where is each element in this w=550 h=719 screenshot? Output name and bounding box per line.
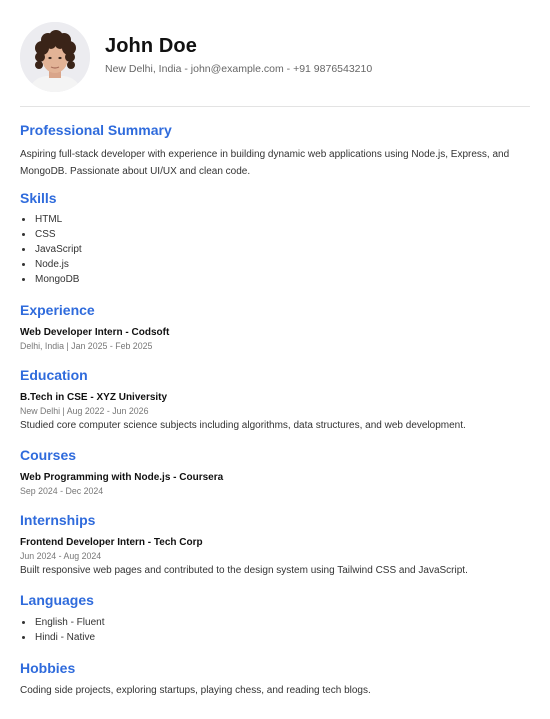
summary-text: Aspiring full-stack developer with exper… [20,149,510,177]
hobbies-text: Coding side projects, exploring startups… [20,685,371,696]
internship-entry-meta: Jun 2024 - Aug 2024 [20,551,102,561]
education-entry-description: Studied core computer science subjects i… [20,420,466,431]
internship-entry-description: Built responsive web pages and contribut… [20,565,468,576]
list-item: MongoDB [22,272,82,287]
avatar [20,22,90,92]
education-entry-meta: New Delhi | Aug 2022 - Jun 2026 [20,406,149,416]
hobbies-heading: Hobbies [20,660,76,676]
skills-list: HTML CSS JavaScript Node.js MongoDB [20,212,82,287]
internships-heading: Internships [20,512,96,528]
experience-heading: Experience [20,302,95,318]
experience-entry-meta: Delhi, India | Jan 2025 - Feb 2025 [20,341,153,351]
internship-entry-title: Frontend Developer Intern - Tech Corp [20,537,203,548]
list-item: JavaScript [22,244,82,255]
experience-entry-title: Web Developer Intern - Codsoft [20,327,170,338]
list-item: CSS [22,227,82,242]
education-entry-title: B.Tech in CSE - XYZ University [20,392,168,403]
list-item: English - Fluent [21,617,105,628]
course-entry-meta: Sep 2024 - Dec 2024 [20,486,104,496]
list-item: HTML [22,212,82,227]
languages-heading: Languages [20,592,94,608]
profile-contact: New Delhi, India - john@example.com - +9… [105,63,373,75]
summary-heading: Professional Summary [20,122,172,138]
languages-list: English - Fluent Hindi - Native [20,615,104,645]
skills-heading: Skills [20,190,57,206]
courses-heading: Courses [20,447,77,463]
list-item: Node.js [22,257,82,272]
education-heading: Education [20,367,88,383]
resume-header: John Doe New Delhi, India - john@example… [20,22,530,92]
header-divider [20,106,530,107]
list-item: Hindi - Native [21,630,104,645]
course-entry-title: Web Programming with Node.js - Coursera [20,472,224,483]
profile-name: John Doe [105,35,197,57]
profile-photo [20,22,90,92]
